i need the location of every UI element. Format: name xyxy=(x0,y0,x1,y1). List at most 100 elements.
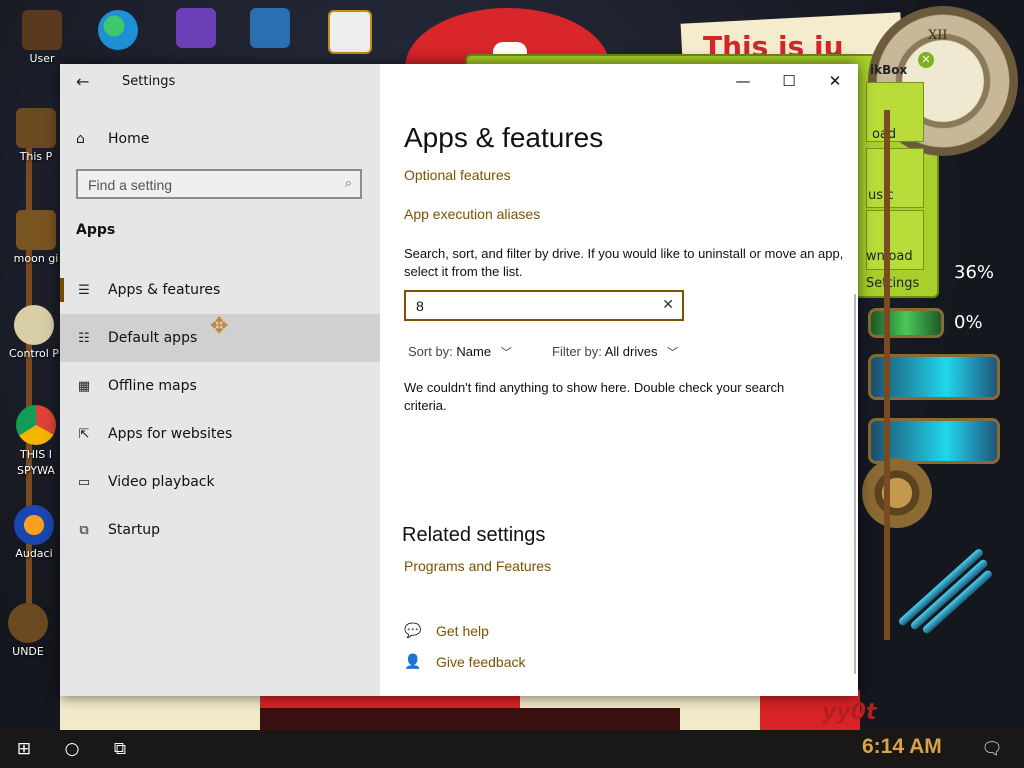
desktop-icon-chrome[interactable]: THIS I SPYWA xyxy=(8,405,64,479)
filter-value: All drives xyxy=(604,344,658,359)
feedback-icon: 👤 xyxy=(404,654,422,670)
page-title: Apps & features xyxy=(404,122,604,153)
startup-icon: ⧉ xyxy=(79,522,89,538)
video-icon: ▭ xyxy=(77,474,91,490)
desktop-icon-visual-studio[interactable] xyxy=(168,8,224,48)
task-view-button[interactable]: ⧉ xyxy=(96,730,144,768)
app-search-input[interactable] xyxy=(416,297,636,315)
give-feedback-link[interactable]: 👤 Give feedback xyxy=(404,654,526,670)
section-label-apps: Apps xyxy=(76,222,116,238)
taskbar: ⊞ ○ ⧉ 6:14 AM 🗨 xyxy=(0,730,1024,768)
gadget-title: ikBox xyxy=(870,63,908,77)
gauge-green xyxy=(868,308,944,338)
sidebar-item-label: Startup xyxy=(108,522,160,538)
optional-features-link[interactable]: Optional features xyxy=(404,167,511,183)
scrollbar[interactable] xyxy=(854,294,856,674)
sort-value: Name xyxy=(456,344,492,359)
empty-results-message: We couldn't find anything to show here. … xyxy=(404,380,785,413)
default-list-icon: ☷ xyxy=(78,330,90,346)
chrome-icon xyxy=(16,405,56,445)
gauge-top-percent: 36% xyxy=(954,262,995,283)
gear-graphic xyxy=(862,458,932,528)
window-controls: — ☐ ✕ xyxy=(720,64,858,98)
search-circle-icon: ○ xyxy=(64,739,80,759)
settings-window: ← Settings ⌂ Home ⌕ Apps ☰ Apps & featur… xyxy=(60,64,858,696)
search-description: Search, sort, and filter by drive. If yo… xyxy=(404,246,844,279)
windows-logo-icon: ⊞ xyxy=(16,739,32,759)
computer-icon xyxy=(16,108,56,148)
frame-bar xyxy=(26,110,32,640)
sort-label: Sort by: xyxy=(408,344,453,359)
action-center-button[interactable]: 🗨 xyxy=(968,730,1016,768)
sidebar-item-label: Default apps xyxy=(108,330,198,346)
desktop-icon-virtualbox[interactable] xyxy=(242,8,298,48)
desktop-icon-hxd[interactable] xyxy=(322,10,378,54)
start-button[interactable]: ⊞ xyxy=(0,730,48,768)
gadget-close-icon[interactable]: ✕ xyxy=(918,52,934,68)
task-view-icon: ⧉ xyxy=(113,739,127,759)
desktop-icon-user[interactable]: User xyxy=(14,10,70,65)
minimize-button[interactable]: — xyxy=(720,64,766,98)
sidebar-item-apps-features[interactable]: ☰ Apps & features xyxy=(60,266,380,314)
taskbar-clock[interactable]: 6:14 AM xyxy=(862,735,942,759)
home-label: Home xyxy=(108,131,150,147)
gauge-bottom-percent: 0% xyxy=(954,312,983,333)
sidebar-item-label: Apps for websites xyxy=(108,426,233,442)
sort-dropdown[interactable]: Sort by: Name ﹀ xyxy=(408,344,512,360)
lightbulb-icon xyxy=(14,305,54,345)
rod-graphic xyxy=(909,558,989,631)
app-search-box: ✕ xyxy=(404,290,684,321)
web-link-icon: ⇱ xyxy=(78,426,90,442)
desktop-icon-unde[interactable]: UNDE xyxy=(0,603,56,658)
sidebar-item-label: Apps & features xyxy=(108,282,221,298)
sidebar-item-label: Video playback xyxy=(108,474,215,490)
virtualbox-icon xyxy=(250,8,290,48)
clear-icon[interactable]: ✕ xyxy=(662,297,674,313)
gadget-settings-link[interactable]: Settings xyxy=(866,276,919,291)
home-nav-item[interactable]: ⌂ Home xyxy=(76,128,149,150)
mouse-cursor-icon: ✥ xyxy=(210,314,229,339)
chevron-down-icon: ﹀ xyxy=(500,347,512,359)
desktop-icon-moon[interactable]: moon gi xyxy=(8,210,64,265)
home-icon: ⌂ xyxy=(76,131,85,147)
desktop-icon-control-panel[interactable]: Control P xyxy=(6,305,62,360)
programs-and-features-link[interactable]: Programs and Features xyxy=(404,558,551,574)
window-title: Settings xyxy=(122,74,176,89)
map-icon: ▦ xyxy=(77,378,91,394)
clock-numeral: XII xyxy=(928,28,948,43)
settings-sidebar: ← Settings ⌂ Home ⌕ Apps ☰ Apps & featur… xyxy=(60,64,380,696)
rod-graphic xyxy=(921,568,994,635)
find-setting-search: ⌕ xyxy=(76,169,362,199)
sidebar-item-offline-maps[interactable]: ▦ Offline maps xyxy=(60,362,380,410)
frame-bar xyxy=(884,110,890,640)
audacity-icon xyxy=(14,505,54,545)
get-help-label: Get help xyxy=(436,623,489,639)
get-help-link[interactable]: 💬 Get help xyxy=(404,623,489,639)
search-button[interactable]: ○ xyxy=(48,730,96,768)
desktop-icon-edge[interactable] xyxy=(90,10,146,50)
desktop-icon-this-pc[interactable]: This P xyxy=(8,108,64,163)
help-chat-icon: 💬 xyxy=(404,623,422,639)
hxd-icon xyxy=(328,10,372,54)
close-button[interactable]: ✕ xyxy=(812,64,858,98)
apps-nav-list: ☰ Apps & features ☷ Default apps ▦ Offli… xyxy=(60,266,380,554)
related-settings-heading: Related settings xyxy=(402,524,546,546)
desktop-bottom-art xyxy=(60,690,860,730)
visual-studio-icon xyxy=(176,8,216,48)
filter-dropdown[interactable]: Filter by: All drives ﹀ xyxy=(552,344,678,360)
chevron-down-icon: ﹀ xyxy=(667,347,679,359)
maximize-button[interactable]: ☐ xyxy=(766,64,812,98)
app-execution-aliases-link[interactable]: App execution aliases xyxy=(404,206,540,222)
sidebar-item-apps-for-websites[interactable]: ⇱ Apps for websites xyxy=(60,410,380,458)
clock-app-icon xyxy=(8,603,48,643)
sidebar-item-label: Offline maps xyxy=(108,378,197,394)
search-icon[interactable]: ⌕ xyxy=(345,176,352,191)
moon-app-icon xyxy=(16,210,56,250)
back-arrow-icon[interactable]: ← xyxy=(76,72,96,92)
sidebar-item-video-playback[interactable]: ▭ Video playback xyxy=(60,458,380,506)
desktop-bottom-text: yy0t xyxy=(822,700,877,725)
give-feedback-label: Give feedback xyxy=(436,654,526,670)
sidebar-item-startup[interactable]: ⧉ Startup xyxy=(60,506,380,554)
desktop-icon-audacity[interactable]: Audaci xyxy=(6,505,62,560)
find-setting-input[interactable] xyxy=(88,176,318,194)
